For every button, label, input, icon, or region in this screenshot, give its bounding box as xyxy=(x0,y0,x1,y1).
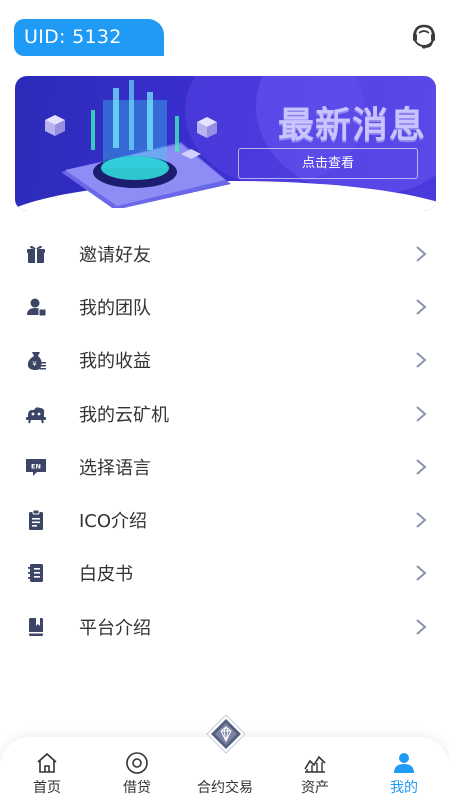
tab-assets[interactable]: 资产 xyxy=(270,737,360,808)
diamond-icon[interactable] xyxy=(206,714,246,754)
view-news-button[interactable]: 点击查看 xyxy=(238,148,418,179)
banner-phone-illustration-icon xyxy=(45,80,231,208)
menu-item-my-team[interactable]: 我的团队 xyxy=(0,280,449,333)
chevron-right-icon xyxy=(416,618,427,635)
menu-item-label: 选择语言 xyxy=(79,457,151,479)
tab-label: 合约交易 xyxy=(197,780,253,796)
money-bag-icon: ¥ xyxy=(27,352,46,371)
menu-item-select-language[interactable]: EN 选择语言 xyxy=(0,440,449,493)
profile-menu: 邀请好友 我的团队 ¥ 我的收益 我的云矿机 EN 选择语言 ICO介绍 白皮书… xyxy=(0,227,449,653)
menu-item-label: 我的云矿机 xyxy=(79,404,169,426)
menu-item-label: 平台介绍 xyxy=(79,617,151,639)
language-en-icon: EN xyxy=(26,458,46,476)
menu-item-ico-intro[interactable]: ICO介绍 xyxy=(0,493,449,546)
menu-item-whitepaper[interactable]: 白皮书 xyxy=(0,547,449,600)
menu-item-label: 邀请好友 xyxy=(79,244,151,266)
news-banner[interactable]: 最新消息 点击查看 xyxy=(15,76,436,211)
chevron-right-icon xyxy=(416,512,427,528)
gift-icon xyxy=(27,245,45,263)
customer-service-icon[interactable] xyxy=(410,22,438,52)
chevron-right-icon xyxy=(416,405,427,422)
chart-icon xyxy=(304,755,326,773)
banner-title: 最新消息 xyxy=(277,105,426,146)
tab-label: 我的 xyxy=(390,780,418,796)
chevron-right-icon xyxy=(416,352,427,368)
uid-badge: UID: 5132 xyxy=(14,19,164,56)
document-icon xyxy=(29,509,43,531)
home-icon xyxy=(37,752,57,773)
tab-label: 首页 xyxy=(33,780,61,796)
menu-item-label: 白皮书 xyxy=(79,564,133,586)
target-circle-icon xyxy=(126,752,148,774)
chevron-right-icon xyxy=(416,245,427,262)
chevron-right-icon xyxy=(416,459,427,475)
team-icon xyxy=(27,298,47,317)
menu-item-label: 我的团队 xyxy=(79,297,151,319)
bookmark-book-icon xyxy=(29,617,43,636)
svg-text:EN: EN xyxy=(31,462,41,470)
user-icon xyxy=(394,753,414,773)
menu-item-platform-intro[interactable]: 平台介绍 xyxy=(0,600,449,653)
chevron-right-icon xyxy=(416,565,427,582)
menu-item-invite-friends[interactable]: 邀请好友 xyxy=(0,227,449,280)
tab-mine[interactable]: 我的 xyxy=(359,737,449,808)
cloud-miner-icon xyxy=(26,406,46,423)
tab-label: 资产 xyxy=(301,780,329,796)
menu-item-label: ICO介绍 xyxy=(79,511,148,533)
menu-item-my-cloud-miner[interactable]: 我的云矿机 xyxy=(0,387,449,440)
tab-label: 借贷 xyxy=(123,780,151,796)
menu-item-label: 我的收益 xyxy=(79,351,151,373)
menu-item-my-earnings[interactable]: ¥ 我的收益 xyxy=(0,334,449,387)
tab-lending[interactable]: 借贷 xyxy=(92,737,182,808)
book-icon xyxy=(28,564,43,583)
tab-home[interactable]: 首页 xyxy=(2,737,92,808)
chevron-right-icon xyxy=(416,299,427,315)
svg-text:¥: ¥ xyxy=(32,360,37,368)
